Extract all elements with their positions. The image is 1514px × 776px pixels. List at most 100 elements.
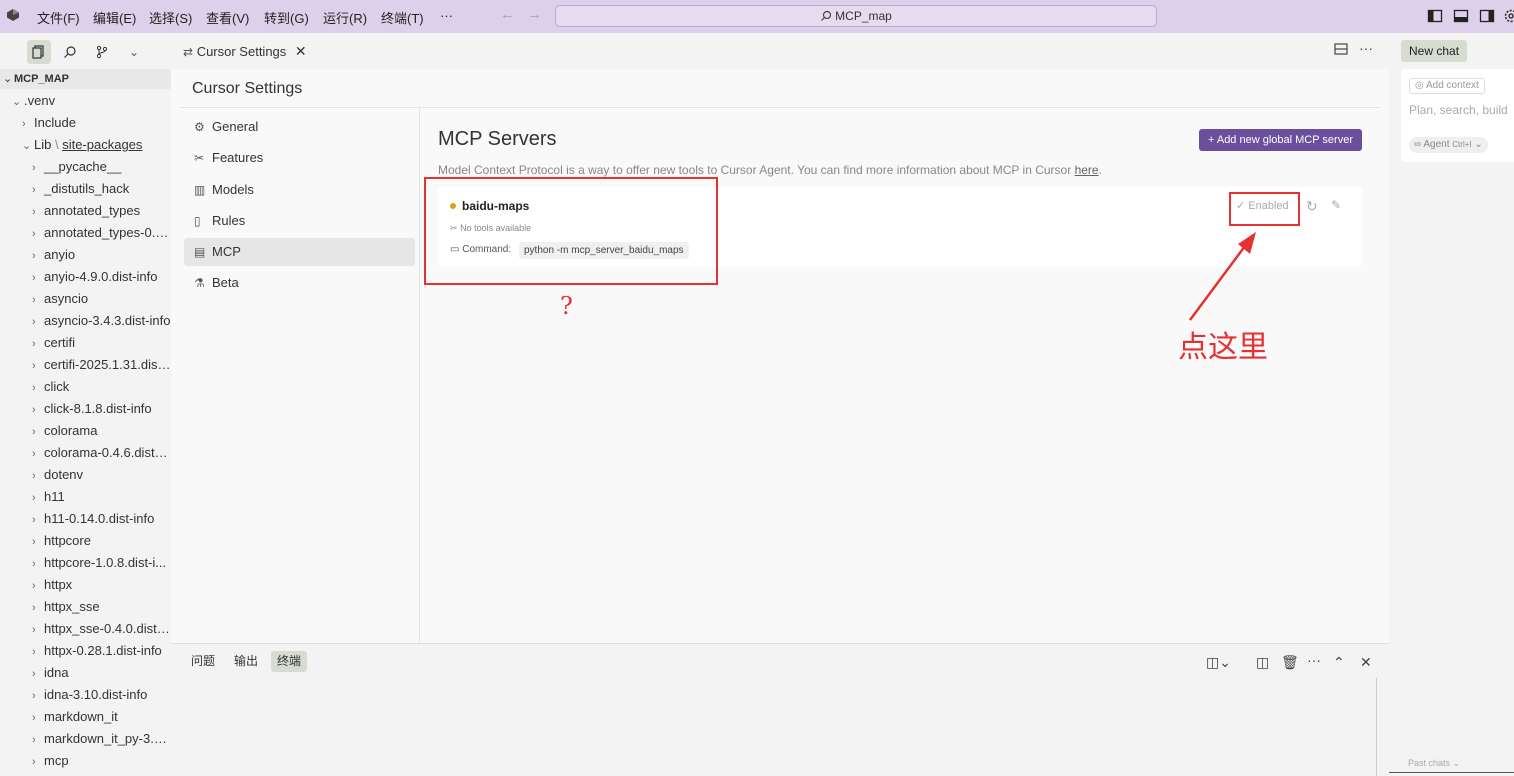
toggle-secondary-sidebar-icon[interactable] bbox=[1479, 8, 1495, 24]
refresh-icon[interactable]: ↻ bbox=[1306, 198, 1318, 215]
panel-tab-output[interactable]: 输出 bbox=[228, 651, 264, 672]
agent-mode-select[interactable]: ∞ Agent Ctrl+I ⌄ bbox=[1409, 137, 1488, 153]
settings-nav-rules[interactable]: ▯ Rules bbox=[184, 207, 415, 235]
path-separator: \ bbox=[51, 137, 63, 152]
tree-item-label: anyio-4.9.0.dist-info bbox=[44, 269, 158, 284]
tree-item[interactable]: › idna-3.10.dist-info bbox=[0, 684, 171, 706]
chevron-right-icon: › bbox=[32, 734, 36, 746]
past-chats-label[interactable]: Past chats ⌄ bbox=[1408, 758, 1460, 769]
explorer-files-icon[interactable] bbox=[27, 40, 51, 64]
maximize-panel-icon[interactable]: ⌃ bbox=[1333, 654, 1345, 671]
tab-cursor-settings[interactable]: ⇄ Cursor Settings ✕ bbox=[177, 36, 313, 66]
settings-gear-icon[interactable] bbox=[1503, 8, 1514, 24]
close-panel-icon[interactable]: ✕ bbox=[1360, 654, 1372, 671]
tree-item[interactable]: › markdown_it_py-3.0... bbox=[0, 728, 171, 750]
tree-item[interactable]: › annotated_types bbox=[0, 200, 171, 222]
settings-nav-divider bbox=[419, 108, 420, 643]
tree-item[interactable]: › asyncio-3.4.3.dist-info bbox=[0, 310, 171, 332]
toggle-panel-icon[interactable] bbox=[1453, 8, 1469, 24]
more-actions-icon[interactable]: ··· bbox=[1307, 652, 1321, 668]
chevron-right-icon: › bbox=[32, 646, 36, 658]
menu-view[interactable]: 查看(V) bbox=[206, 8, 249, 27]
tree-item[interactable]: › h11 bbox=[0, 486, 171, 508]
settings-nav-mcp[interactable]: ▤ MCP bbox=[184, 238, 415, 266]
forward-arrow-icon[interactable]: → bbox=[527, 6, 542, 23]
tree-item-label: anyio bbox=[44, 247, 76, 262]
search-sidebar-icon[interactable] bbox=[58, 40, 82, 64]
tree-item[interactable]: › annotated_types-0.7... bbox=[0, 222, 171, 244]
terminal-scrollbar[interactable] bbox=[1376, 678, 1389, 776]
trash-icon[interactable]: 🗑 bbox=[1281, 654, 1299, 671]
tree-item[interactable]: › h11-0.14.0.dist-info bbox=[0, 508, 171, 530]
explorer-root-header[interactable]: ⌄ MCP_MAP bbox=[0, 69, 171, 89]
chevron-down-icon[interactable]: ⌄ bbox=[122, 40, 146, 64]
add-mcp-server-button[interactable]: + Add new global MCP server bbox=[1199, 129, 1362, 151]
chevron-right-icon: › bbox=[32, 294, 36, 306]
terminal-layout-icon[interactable]: ◫⌄ bbox=[1206, 654, 1231, 671]
tree-item[interactable]: › _distutils_hack bbox=[0, 178, 171, 200]
tree-item[interactable]: › anyio bbox=[0, 244, 171, 266]
tree-item[interactable]: › dotenv bbox=[0, 464, 171, 486]
tree-item[interactable]: › colorama bbox=[0, 420, 171, 442]
settings-nav-models[interactable]: ▥ Models bbox=[184, 176, 415, 204]
tree-item-label: colorama-0.4.6.dist-i... bbox=[44, 445, 171, 460]
split-terminal-icon[interactable]: ◫ bbox=[1256, 654, 1269, 671]
chevron-right-icon: › bbox=[32, 272, 36, 284]
toggle-sidebar-icon[interactable] bbox=[1427, 8, 1443, 24]
menu-selection[interactable]: 选择(S) bbox=[149, 8, 192, 27]
document-icon: ▯ bbox=[194, 214, 201, 228]
split-editor-icon[interactable] bbox=[1334, 42, 1348, 56]
nav-label: General bbox=[212, 119, 259, 134]
mcp-docs-link[interactable]: here bbox=[1075, 163, 1099, 177]
mcp-description: Model Context Protocol is a way to offer… bbox=[438, 163, 1102, 177]
source-control-icon[interactable] bbox=[90, 40, 114, 64]
chat-placeholder[interactable]: Plan, search, build bbox=[1409, 103, 1508, 117]
menu-file[interactable]: 文件(F) bbox=[37, 8, 80, 27]
tree-item[interactable]: › asyncio bbox=[0, 288, 171, 310]
back-arrow-icon[interactable]: ← bbox=[500, 6, 515, 23]
tree-item[interactable]: › click-8.1.8.dist-info bbox=[0, 398, 171, 420]
tree-item[interactable]: › mcp bbox=[0, 750, 171, 772]
settings-nav-features[interactable]: ✂ Features bbox=[184, 144, 415, 172]
tree-item[interactable]: › certifi-2025.1.31.dist... bbox=[0, 354, 171, 376]
command-search-box[interactable]: MCP_map bbox=[555, 5, 1157, 27]
panel-tab-problems[interactable]: 问题 bbox=[185, 651, 221, 672]
tree-item[interactable]: ⌄ Lib \ site-packages bbox=[0, 134, 171, 156]
tree-item[interactable]: ⌄ .venv bbox=[0, 90, 171, 112]
menu-go[interactable]: 转到(G) bbox=[264, 8, 309, 27]
tree-item[interactable]: › httpx_sse bbox=[0, 596, 171, 618]
edit-pencil-icon[interactable]: ✎ bbox=[1331, 198, 1341, 212]
settings-nav-beta[interactable]: ⚗ Beta bbox=[184, 269, 415, 297]
settings-title: Cursor Settings bbox=[192, 80, 303, 97]
tree-item[interactable]: › idna bbox=[0, 662, 171, 684]
tree-item-label: Lib bbox=[34, 137, 52, 152]
annotation-question-mark: ? bbox=[560, 292, 573, 320]
tree-item[interactable]: › anyio-4.9.0.dist-info bbox=[0, 266, 171, 288]
chevron-right-icon: › bbox=[32, 756, 36, 768]
tree-item-label: certifi-2025.1.31.dist... bbox=[44, 357, 171, 372]
tree-item[interactable]: › httpx_sse-0.4.0.dist-i... bbox=[0, 618, 171, 640]
close-icon[interactable]: ✕ bbox=[295, 43, 307, 59]
tree-item[interactable]: › httpcore-1.0.8.dist-i... bbox=[0, 552, 171, 574]
annotation-click-here: 点这里 bbox=[1178, 330, 1268, 365]
menu-run[interactable]: 运行(R) bbox=[323, 8, 367, 27]
tree-item[interactable]: › colorama-0.4.6.dist-i... bbox=[0, 442, 171, 464]
add-context-button[interactable]: ◎ Add context bbox=[1409, 78, 1485, 94]
tree-item[interactable]: › httpx bbox=[0, 574, 171, 596]
more-actions-icon[interactable]: ··· bbox=[1359, 40, 1373, 56]
tree-item[interactable]: › certifi bbox=[0, 332, 171, 354]
tree-item[interactable]: › click bbox=[0, 376, 171, 398]
tree-item[interactable]: › __pycache__ bbox=[0, 156, 171, 178]
tree-item[interactable]: › Include bbox=[0, 112, 171, 134]
menu-edit[interactable]: 编辑(E) bbox=[93, 8, 136, 27]
tree-item[interactable]: › markdown_it bbox=[0, 706, 171, 728]
flask-icon: ⚗ bbox=[194, 276, 205, 290]
menu-more[interactable]: ··· bbox=[440, 8, 453, 23]
tree-item[interactable]: › httpcore bbox=[0, 530, 171, 552]
panel-tab-terminal[interactable]: 终端 bbox=[271, 651, 308, 672]
new-chat-tab[interactable]: New chat bbox=[1401, 40, 1468, 62]
menu-terminal[interactable]: 终端(T) bbox=[381, 8, 424, 27]
settings-nav-general[interactable]: ⚙ General bbox=[184, 113, 415, 141]
tree-item[interactable]: › httpx-0.28.1.dist-info bbox=[0, 640, 171, 662]
tree-item-label: httpcore bbox=[44, 533, 91, 548]
